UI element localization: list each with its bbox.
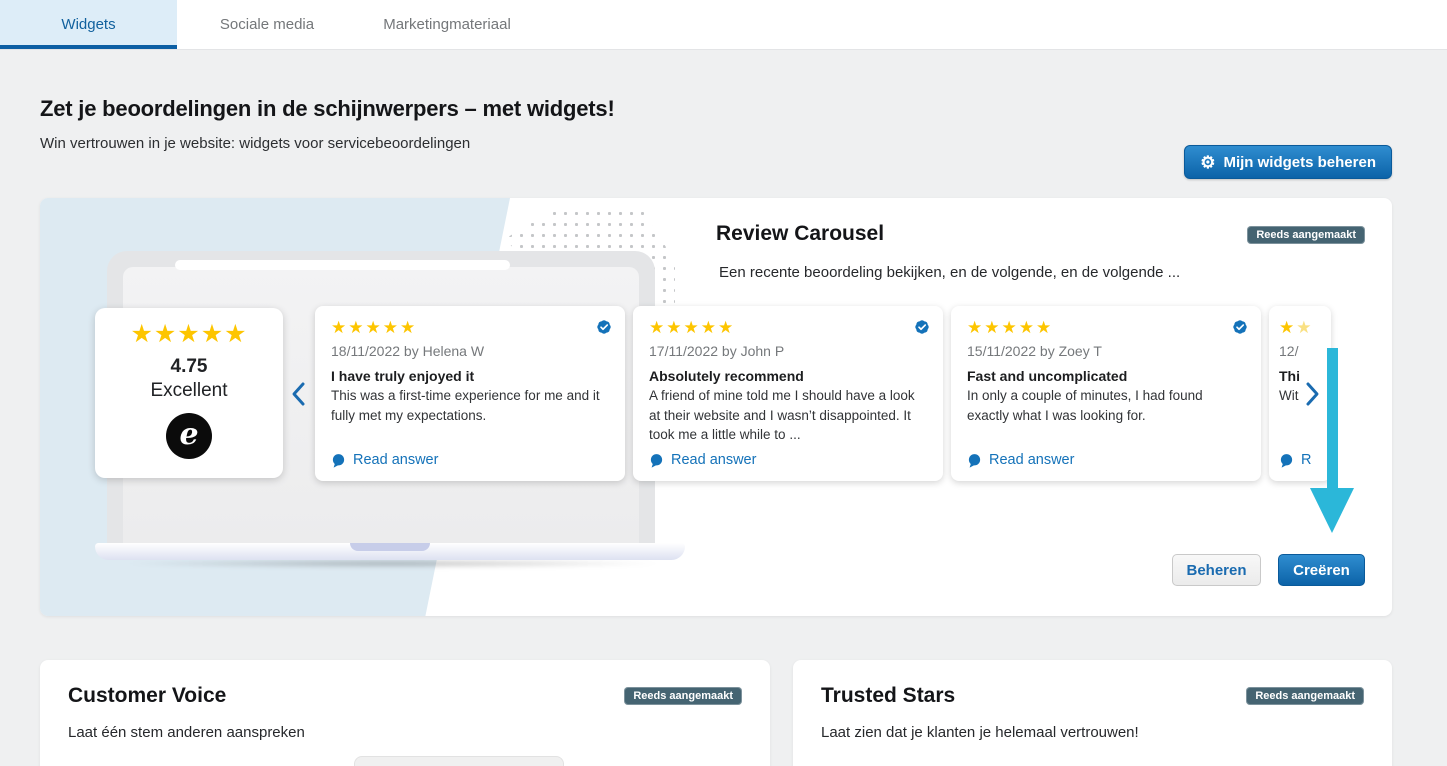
review-stars: ★★★★★ <box>967 319 1245 336</box>
beheren-button[interactable]: Beheren <box>1172 554 1261 586</box>
review-title: Fast and uncomplicated <box>967 368 1245 384</box>
carousel-title: Review Carousel <box>716 222 884 246</box>
review-text: A friend of mine told me I should have a… <box>649 386 927 445</box>
laptop-top-slot <box>175 260 510 270</box>
verified-seal-icon <box>595 318 613 341</box>
speech-bubble-icon <box>331 453 346 468</box>
read-answer-label: Read answer <box>353 452 438 468</box>
review-date: 15/11/2022 by Zoey T <box>967 343 1245 359</box>
widget-title: Customer Voice <box>68 684 226 708</box>
widget-cards-row: Customer Voice Reeds aangemaakt Laat één… <box>40 660 1392 766</box>
manage-widgets-button[interactable]: ⚙ Mijn widgets beheren <box>1184 145 1392 179</box>
review-carousel-card: Review Carousel Een recente beoordeling … <box>40 198 1392 616</box>
top-tab-bar: Widgets Sociale media Marketingmateriaal <box>0 0 1447 50</box>
review-stars: ★★★★★ <box>649 319 927 336</box>
review-stars: ★★ <box>1279 319 1321 336</box>
read-answer-label: R <box>1301 452 1311 468</box>
widget-preview <box>354 756 564 766</box>
laptop-shadow <box>120 559 665 568</box>
status-badge: Reeds aangemaakt <box>1247 226 1365 244</box>
creeren-button[interactable]: Creëren <box>1278 554 1365 586</box>
rating-summary-card: ★★★★★ 4.75 Excellent e <box>95 308 283 478</box>
review-date: 18/11/2022 by Helena W <box>331 343 609 359</box>
status-badge: Reeds aangemaakt <box>624 687 742 705</box>
widget-description: Laat zien dat je klanten je helemaal ver… <box>821 724 1139 741</box>
tab-sociale-media[interactable]: Sociale media <box>177 0 357 49</box>
review-date: 12/ <box>1279 343 1321 359</box>
verified-seal-icon <box>913 318 931 341</box>
gear-icon: ⚙ <box>1200 154 1215 171</box>
tab-widgets[interactable]: Widgets <box>0 0 177 49</box>
speech-bubble-icon <box>649 453 664 468</box>
rating-label: Excellent <box>95 380 283 402</box>
verified-seal-icon <box>1231 318 1249 341</box>
review-date: 17/11/2022 by John P <box>649 343 927 359</box>
speech-bubble-icon <box>1279 453 1294 468</box>
review-title: Absolutely recommend <box>649 368 927 384</box>
speech-bubble-icon <box>967 453 982 468</box>
read-answer-label: Read answer <box>671 452 756 468</box>
review-text: In only a couple of minutes, I had found… <box>967 386 1245 425</box>
widget-description: Laat één stem anderen aanspreken <box>68 724 305 741</box>
review-stars: ★★★★★ <box>331 319 609 336</box>
tab-marketingmateriaal[interactable]: Marketingmateriaal <box>357 0 537 49</box>
read-answer-link[interactable]: Read answer <box>331 452 438 468</box>
read-answer-label: Read answer <box>989 452 1074 468</box>
read-answer-link[interactable]: Read answer <box>649 452 756 468</box>
laptop-base <box>95 543 685 560</box>
read-answer-link[interactable]: R <box>1279 452 1311 468</box>
rating-stars: ★★★★★ <box>95 321 283 349</box>
carousel-description: Een recente beoordeling bekijken, en de … <box>719 264 1180 281</box>
read-answer-link[interactable]: Read answer <box>967 452 1074 468</box>
chevron-left-icon[interactable] <box>289 380 307 413</box>
review-card: ★★★★★ 15/11/2022 by Zoey T Fast and unco… <box>951 306 1261 481</box>
tutorial-arrow <box>1327 348 1338 489</box>
status-badge: Reeds aangemaakt <box>1246 687 1364 705</box>
trusted-stars-card: Trusted Stars Reeds aangemaakt Laat zien… <box>793 660 1392 766</box>
customer-voice-card: Customer Voice Reeds aangemaakt Laat één… <box>40 660 770 766</box>
chevron-right-icon[interactable] <box>1304 380 1322 413</box>
review-title: I have truly enjoyed it <box>331 368 609 384</box>
review-card: ★★★★★ 17/11/2022 by John P Absolutely re… <box>633 306 943 481</box>
widget-title: Trusted Stars <box>821 684 955 708</box>
etrusted-logo: e <box>166 413 212 459</box>
review-card: ★★★★★ 18/11/2022 by Helena W I have trul… <box>315 306 625 481</box>
page-title: Zet je beoordelingen in de schijnwerpers… <box>40 96 1392 122</box>
main-content: Zet je beoordelingen in de schijnwerpers… <box>40 96 1392 766</box>
rating-score: 4.75 <box>95 356 283 378</box>
review-text: This was a first-time experience for me … <box>331 386 609 425</box>
tutorial-arrow-head <box>1310 488 1354 533</box>
laptop-notch <box>350 543 430 551</box>
manage-widgets-button-label: Mijn widgets beheren <box>1223 154 1376 171</box>
